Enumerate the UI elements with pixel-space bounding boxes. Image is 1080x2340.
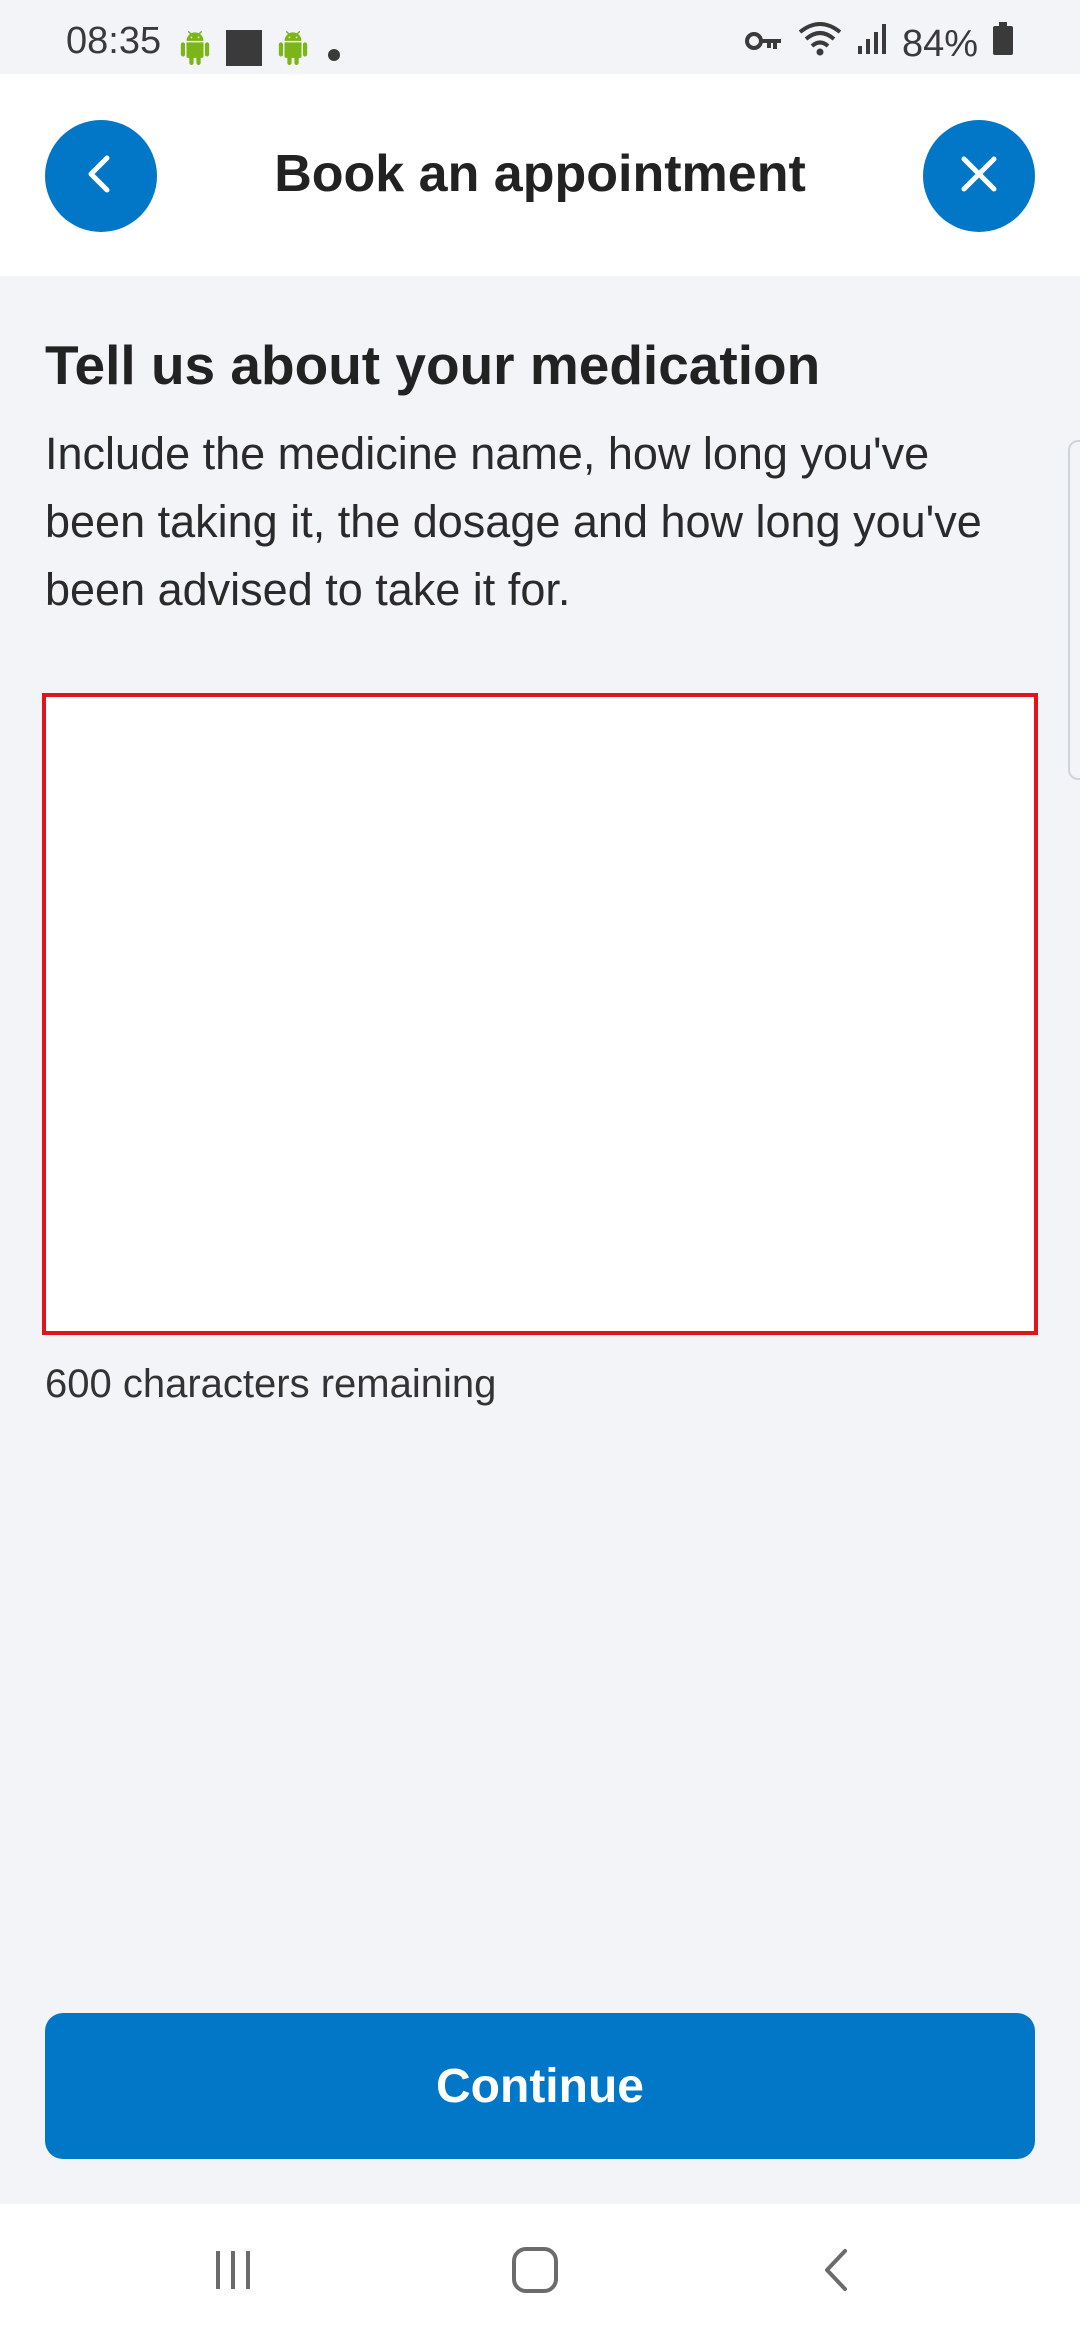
recents-button[interactable]	[198, 2242, 268, 2302]
medication-textarea[interactable]	[46, 697, 1034, 1331]
status-bar: 08:35 84%	[0, 0, 1080, 74]
nav-back-button[interactable]	[802, 2242, 872, 2302]
close-icon	[954, 149, 1004, 204]
wifi-icon	[798, 20, 842, 68]
page-title: Tell us about your medication	[45, 334, 821, 396]
main-content: Tell us about your medication Include th…	[45, 276, 1035, 624]
page-description: Include the medicine name, how long you'…	[45, 428, 982, 615]
dot-icon	[324, 32, 344, 75]
system-navigation-bar	[0, 2204, 1080, 2340]
status-notification-icons	[178, 30, 344, 76]
medication-textarea-container	[42, 693, 1038, 1335]
app-header: Book an appointment	[0, 74, 1080, 276]
close-button[interactable]	[923, 120, 1035, 232]
home-icon	[509, 2244, 561, 2301]
key-icon	[744, 23, 784, 66]
back-icon	[817, 2245, 857, 2300]
page-header-title: Book an appointment	[274, 145, 806, 203]
square-notification-icon	[226, 30, 262, 76]
continue-button[interactable]: Continue	[45, 2013, 1035, 2159]
android-icon	[276, 31, 310, 75]
recents-icon	[208, 2247, 258, 2298]
characters-remaining: 600 characters remaining	[45, 1362, 497, 1406]
status-system-icons: 84%	[744, 20, 1014, 68]
scroll-indicator	[1068, 440, 1080, 780]
android-icon	[178, 31, 212, 75]
signal-icon	[856, 22, 888, 66]
battery-percent: 84%	[901, 22, 978, 65]
status-time: 08:35	[66, 20, 162, 62]
battery-icon	[992, 22, 1014, 66]
home-button[interactable]	[500, 2242, 570, 2302]
